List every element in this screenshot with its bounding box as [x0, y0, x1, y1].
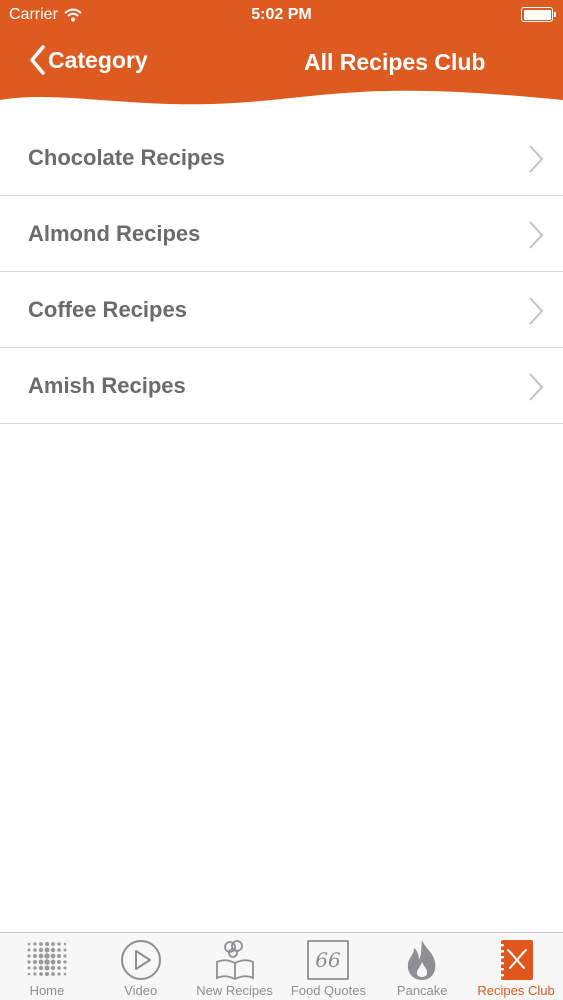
list-item-chocolate-recipes[interactable]: Chocolate Recipes	[0, 120, 563, 196]
chevron-right-icon	[529, 145, 544, 173]
chef-book-icon	[212, 938, 258, 982]
tab-food-quotes[interactable]: 66 Food Quotes	[281, 933, 375, 1000]
page-title: All Recipes Club	[304, 49, 486, 75]
svg-text:66: 66	[316, 948, 342, 972]
quote-box-icon: 66	[305, 938, 351, 982]
list-item-label: Coffee Recipes	[28, 296, 187, 322]
tab-pancake[interactable]: Pancake	[375, 933, 469, 1000]
recipe-category-list: Chocolate Recipes Almond Recipes Coffee …	[0, 120, 563, 424]
back-button-label: Category	[48, 46, 148, 73]
tab-label: Video	[124, 983, 158, 998]
tab-video[interactable]: Video	[94, 933, 188, 1000]
chevron-left-icon	[30, 45, 45, 75]
list-item-label: Almond Recipes	[28, 220, 201, 246]
chevron-right-icon	[529, 221, 544, 249]
tab-label: Home	[29, 983, 65, 998]
battery-fill	[523, 9, 551, 20]
header: Carrier 5:02 PM Category All Recipes Clu…	[0, 0, 563, 118]
back-button[interactable]: Category	[28, 44, 148, 76]
tab-home[interactable]: Home	[0, 933, 94, 1000]
list-item-label: Amish Recipes	[28, 372, 186, 398]
play-circle-icon	[118, 938, 164, 982]
chevron-right-icon	[529, 297, 544, 325]
status-time: 5:02 PM	[251, 6, 312, 23]
flame-icon	[399, 938, 445, 982]
list-item-almond-recipes[interactable]: Almond Recipes	[0, 196, 563, 272]
dots-grid-icon	[24, 938, 70, 982]
tab-label: New Recipes	[196, 983, 273, 998]
tab-label: Pancake	[396, 983, 448, 998]
list-item-coffee-recipes[interactable]: Coffee Recipes	[0, 272, 563, 348]
tab-new-recipes[interactable]: New Recipes	[188, 933, 282, 1000]
list-item-label: Chocolate Recipes	[28, 144, 225, 170]
tab-label: Food Quotes	[290, 983, 366, 998]
list-item-amish-recipes[interactable]: Amish Recipes	[0, 348, 563, 424]
tab-label: Recipes Club	[477, 983, 555, 998]
status-bar: Carrier 5:02 PM	[0, 0, 563, 30]
tab-recipes-club[interactable]: Recipes Club	[469, 933, 563, 1000]
tab-bar: Home Video New Recipes 66 Food Quotes Pa…	[0, 932, 563, 1000]
navigation-bar: Category All Recipes Club	[0, 40, 563, 84]
battery-icon	[521, 7, 556, 22]
chevron-right-icon	[529, 373, 544, 401]
recipe-notebook-icon	[493, 938, 539, 982]
